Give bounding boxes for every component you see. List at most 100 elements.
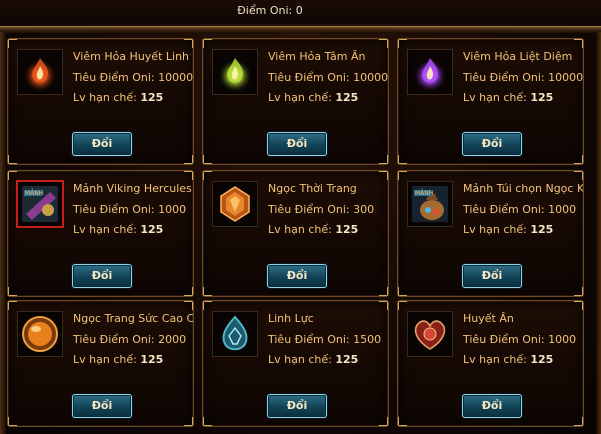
item-cost: Tiêu Điểm Oni: 1000 <box>73 203 186 216</box>
item-card: Viêm Hỏa Liệt Diệm Tiêu Điểm Oni: 100000… <box>397 38 584 165</box>
cost-label: Tiêu Điểm Oni: <box>268 333 350 346</box>
level-label: Lv hạn chế: <box>73 91 137 104</box>
level-value: 125 <box>335 353 359 366</box>
item-cost: Tiêu Điểm Oni: 100000 <box>463 71 584 84</box>
exchange-button[interactable]: Đổi <box>267 394 327 418</box>
exchange-button[interactable]: Đổi <box>72 394 132 418</box>
card-corner-ornament <box>184 287 193 296</box>
level-value: 125 <box>140 91 164 104</box>
card-corner-ornament <box>574 171 583 180</box>
item-name: Viêm Hỏa Tâm Ấn <box>268 50 366 63</box>
level-label: Lv hạn chế: <box>463 91 527 104</box>
item-card: Viêm Hỏa Huyết Linh Tiêu Điểm Oni: 10000… <box>7 38 194 165</box>
card-corner-ornament <box>8 301 17 310</box>
item-icon-slot[interactable] <box>212 181 258 227</box>
item-card: Huyết Ấn Tiêu Điểm Oni: 1000 Lv hạn chế:… <box>397 300 584 427</box>
card-corner-ornament <box>398 287 407 296</box>
exchange-button[interactable]: Đổi <box>72 264 132 288</box>
item-icon-slot[interactable] <box>212 49 258 95</box>
item-card: Viêm Hỏa Tâm Ấn Tiêu Điểm Oni: 100000 Lv… <box>202 38 389 165</box>
card-corner-ornament <box>8 417 17 426</box>
cost-value: 300 <box>353 203 375 216</box>
card-corner-ornament <box>574 287 583 296</box>
item-card: Ngọc Trang Sức Cao Cấp Tiêu Điểm Oni: 20… <box>7 300 194 427</box>
cost-label: Tiêu Điểm Oni: <box>73 71 155 84</box>
item-name: Linh Lực <box>268 312 314 325</box>
card-corner-ornament <box>398 39 407 48</box>
item-icon-slot[interactable] <box>17 49 63 95</box>
exchange-button[interactable]: Đổi <box>462 264 522 288</box>
card-corner-ornament <box>574 301 583 310</box>
card-corner-ornament <box>203 417 212 426</box>
svg-text:MẢNH: MẢNH <box>415 189 433 197</box>
header-bar: Điểm Oni: 0 <box>0 0 601 24</box>
card-corner-ornament <box>203 287 212 296</box>
card-corner-ornament <box>8 39 17 48</box>
shop-window: Điểm Oni: 0 Viêm Hỏa Huyết Linh Tiêu Điể… <box>0 0 601 434</box>
item-level-limit: Lv hạn chế: 125 <box>73 91 163 104</box>
level-label: Lv hạn chế: <box>463 353 527 366</box>
item-icon-slot[interactable] <box>212 311 258 357</box>
item-icon-slot[interactable] <box>407 49 453 95</box>
item-cost: Tiêu Điểm Oni: 1000 <box>463 333 576 346</box>
item-name: Mảnh Viking Hercules bậc 6 <box>73 182 193 195</box>
card-corner-ornament <box>379 301 388 310</box>
item-level-limit: Lv hạn chế: 125 <box>73 353 163 366</box>
item-level-limit: Lv hạn chế: 125 <box>463 223 553 236</box>
cost-label: Tiêu Điểm Oni: <box>463 71 545 84</box>
card-corner-ornament <box>8 155 17 164</box>
item-level-limit: Lv hạn chế: 125 <box>73 223 163 236</box>
card-corner-ornament <box>379 155 388 164</box>
card-corner-ornament <box>184 39 193 48</box>
level-label: Lv hạn chế: <box>73 353 137 366</box>
cost-value: 100000 <box>548 71 584 84</box>
right-border <box>596 32 601 434</box>
item-name: Mảnh Túi chọn Ngọc Kỹ Năng <box>463 182 583 195</box>
card-corner-ornament <box>574 39 583 48</box>
item-icon-slot[interactable]: MẢNH <box>407 181 453 227</box>
level-label: Lv hạn chế: <box>268 223 332 236</box>
item-icon-slot[interactable]: MẢNH <box>16 180 64 228</box>
card-corner-ornament <box>184 301 193 310</box>
item-name: Viêm Hỏa Liệt Diệm <box>463 50 573 63</box>
card-corner-ornament <box>398 155 407 164</box>
item-cost: Tiêu Điểm Oni: 300 <box>268 203 374 216</box>
item-card: Ngọc Thời Trang Tiêu Điểm Oni: 300 Lv hạ… <box>202 170 389 297</box>
cost-value: 2000 <box>158 333 187 346</box>
level-label: Lv hạn chế: <box>463 223 527 236</box>
level-label: Lv hạn chế: <box>268 353 332 366</box>
exchange-button[interactable]: Đổi <box>462 394 522 418</box>
card-corner-ornament <box>184 155 193 164</box>
item-cost: Tiêu Điểm Oni: 100000 <box>268 71 388 84</box>
card-corner-ornament <box>8 287 17 296</box>
item-cost: Tiêu Điểm Oni: 2000 <box>73 333 186 346</box>
level-value: 125 <box>140 353 164 366</box>
exchange-button[interactable]: Đổi <box>267 132 327 156</box>
card-corner-ornament <box>574 155 583 164</box>
exchange-button[interactable]: Đổi <box>462 132 522 156</box>
item-card: MẢNH Mảnh Túi chọn Ngọc Kỹ Năng Tiêu Điể… <box>397 170 584 297</box>
card-corner-ornament <box>203 155 212 164</box>
item-card: Linh Lực Tiêu Điểm Oni: 1500 Lv hạn chế:… <box>202 300 389 427</box>
level-label: Lv hạn chế: <box>73 223 137 236</box>
card-corner-ornament <box>203 171 212 180</box>
exchange-button[interactable]: Đổi <box>267 264 327 288</box>
cost-label: Tiêu Điểm Oni: <box>463 333 545 346</box>
card-corner-ornament <box>574 417 583 426</box>
level-value: 125 <box>140 223 164 236</box>
cost-label: Tiêu Điểm Oni: <box>463 203 545 216</box>
cost-label: Tiêu Điểm Oni: <box>268 71 350 84</box>
item-level-limit: Lv hạn chế: 125 <box>463 91 553 104</box>
item-icon-slot[interactable] <box>17 311 63 357</box>
cost-label: Tiêu Điểm Oni: <box>268 203 350 216</box>
card-corner-ornament <box>398 417 407 426</box>
level-label: Lv hạn chế: <box>268 91 332 104</box>
item-level-limit: Lv hạn chế: 125 <box>268 91 358 104</box>
card-corner-ornament <box>398 171 407 180</box>
level-value: 125 <box>335 223 359 236</box>
level-value: 125 <box>530 223 554 236</box>
exchange-button[interactable]: Đổi <box>72 132 132 156</box>
cost-value: 100000 <box>158 71 194 84</box>
item-name: Viêm Hỏa Huyết Linh <box>73 50 190 63</box>
item-icon-slot[interactable] <box>407 311 453 357</box>
